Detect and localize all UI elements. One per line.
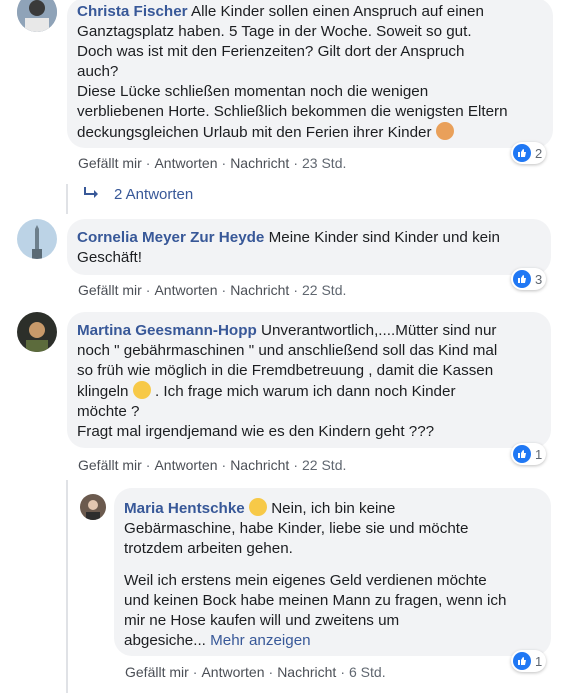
comment-bubble: Cornelia Meyer Zur Heyde Meine Kinder si… xyxy=(67,219,551,275)
message-link[interactable]: Nachricht xyxy=(277,664,336,680)
comment-bubble: Christa Fischer Alle Kinder sollen einen… xyxy=(67,0,553,148)
reply-link[interactable]: Antworten xyxy=(154,155,217,171)
comment-text: möchte ? xyxy=(77,403,140,420)
reaction-number: 1 xyxy=(535,653,543,669)
author-name[interactable]: Maria Hentschke xyxy=(124,500,245,517)
reaction-count[interactable]: 3 xyxy=(511,268,547,290)
flushed-face-emoji-icon xyxy=(248,498,267,516)
comment-text: mir ne Hose kaufen will und zweitens um xyxy=(124,612,400,629)
comment-actions: Gefällt mir · Antworten · Nachricht · 22 Std. xyxy=(78,282,347,298)
comment-text: Ganztagsplatz haben. 5 Tage in der Woche… xyxy=(77,23,472,40)
avatar[interactable] xyxy=(80,494,106,520)
comment-bubble: Maria Hentschke Nein, ich bin keine Gebä… xyxy=(114,488,551,656)
author-name[interactable]: Cornelia Meyer Zur Heyde xyxy=(77,229,264,246)
comment-text: so früh wie möglich in die Fremdbetreuun… xyxy=(77,362,494,379)
comment-text: Diese Lücke schließen momentan noch die … xyxy=(77,83,429,100)
comment-text: Nein, ich bin keine xyxy=(271,500,396,517)
like-icon xyxy=(513,270,531,288)
like-link[interactable]: Gefällt mir xyxy=(125,664,189,680)
comment-text: abgesiche... xyxy=(124,632,206,649)
comment-text: Weil ich erstens mein eigenes Geld verdi… xyxy=(124,572,487,589)
avatar[interactable] xyxy=(17,312,57,352)
comment-text: Alle Kinder sollen einen Anspruch auf ei… xyxy=(190,3,484,20)
view-replies-link[interactable]: 2 Antworten xyxy=(84,186,193,203)
reply-link[interactable]: Antworten xyxy=(154,457,217,473)
reaction-count[interactable]: 1 xyxy=(511,443,547,465)
like-icon xyxy=(513,445,531,463)
comment-text: auch? xyxy=(77,63,119,80)
comment-text: Geschäft! xyxy=(77,249,142,266)
comment-text: Meine Kinder sind Kinder und kein xyxy=(268,229,500,246)
thread-line xyxy=(66,184,68,214)
comment-text: Doch was ist mit den Ferienzeiten? Gilt … xyxy=(77,43,465,60)
reply-link[interactable]: Antworten xyxy=(154,282,217,298)
message-link[interactable]: Nachricht xyxy=(230,457,289,473)
comment-text: deckungsgleichen Urlaub mit den Ferien i… xyxy=(77,124,432,141)
like-link[interactable]: Gefällt mir xyxy=(78,282,142,298)
like-link[interactable]: Gefällt mir xyxy=(78,155,142,171)
comment-bubble: Martina Geesmann-Hopp Unverantwortlich,.… xyxy=(67,312,551,448)
message-link[interactable]: Nachricht xyxy=(230,282,289,298)
timestamp[interactable]: 6 Std. xyxy=(349,664,386,680)
avatar[interactable] xyxy=(17,0,57,32)
replies-count: 2 Antworten xyxy=(114,186,194,203)
comment-text: noch " gebährmaschinen " und anschließen… xyxy=(77,342,498,359)
comment-actions: Gefällt mir · Antworten · Nachricht · 22 Std. xyxy=(78,457,347,473)
like-link[interactable]: Gefällt mir xyxy=(78,457,142,473)
reaction-number: 3 xyxy=(535,271,543,287)
comment-text: Unverantwortlich,....Mütter sind nur xyxy=(260,322,497,339)
avatar[interactable] xyxy=(17,219,57,259)
timestamp[interactable]: 22 Std. xyxy=(302,282,346,298)
timestamp[interactable]: 22 Std. xyxy=(302,457,346,473)
comment-text: und keinen Bock habe meinen Mann zu frag… xyxy=(124,592,507,609)
show-more-link[interactable]: Mehr anzeigen xyxy=(210,632,310,649)
author-name[interactable]: Martina Geesmann-Hopp xyxy=(77,322,257,339)
comment-text: verbliebenen Horte. Schließlich bekommen… xyxy=(77,103,508,120)
face-with-steam-emoji-icon xyxy=(132,381,151,399)
comment-actions: Gefällt mir · Antworten · Nachricht · 23 Std. xyxy=(78,155,347,171)
reply-link[interactable]: Antworten xyxy=(201,664,264,680)
reply-arrow-icon xyxy=(84,186,98,203)
comment-text: trotzdem arbeiten gehen. xyxy=(124,540,293,557)
comment-text: klingeln xyxy=(77,383,129,400)
reaction-count[interactable]: 2 xyxy=(511,142,547,164)
thread-line xyxy=(66,480,68,693)
like-icon xyxy=(513,144,531,162)
comment-text: Gebärmaschine, habe Kinder, liebe sie un… xyxy=(124,520,469,537)
comment-text: . Ich frage mich warum ich dann noch Kin… xyxy=(154,383,456,400)
woman-gesturing-emoji-icon xyxy=(435,122,454,140)
message-link[interactable]: Nachricht xyxy=(230,155,289,171)
reaction-number: 2 xyxy=(535,145,543,161)
comment-text: Fragt mal irgendjemand wie es den Kinder… xyxy=(77,423,435,440)
reaction-number: 1 xyxy=(535,446,543,462)
comment-actions: Gefällt mir · Antworten · Nachricht · 6 Std. xyxy=(125,664,386,680)
author-name[interactable]: Christa Fischer xyxy=(77,3,188,20)
reaction-count[interactable]: 1 xyxy=(511,650,547,672)
timestamp[interactable]: 23 Std. xyxy=(302,155,346,171)
like-icon xyxy=(513,652,531,670)
